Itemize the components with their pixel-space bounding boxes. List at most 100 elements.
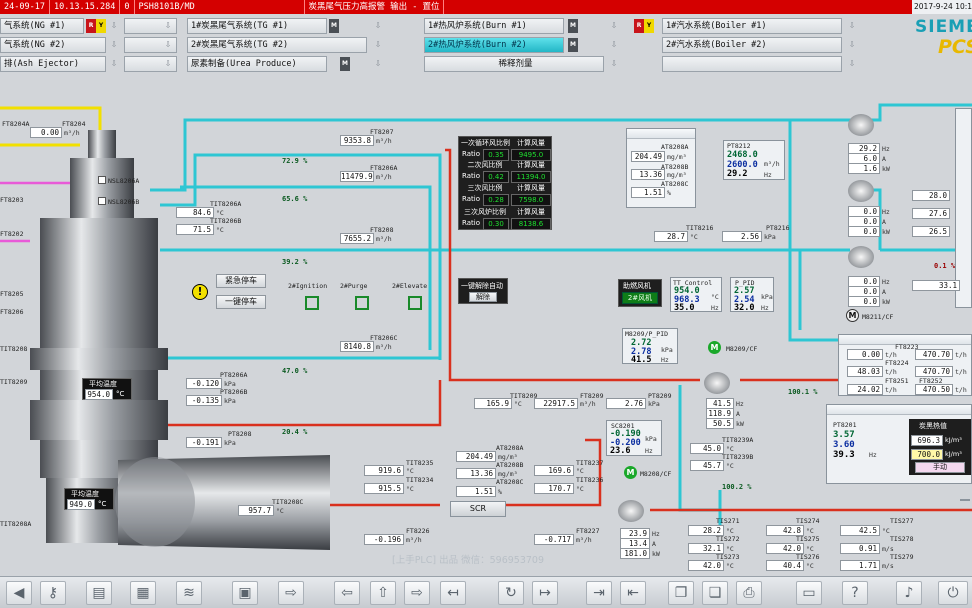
arrow-back-icon[interactable]: ↤ bbox=[440, 581, 466, 605]
chevron-down-icon[interactable]: ⇩ bbox=[108, 38, 120, 52]
folder-icon[interactable]: ▤ bbox=[86, 581, 112, 605]
elevate-valve-icon[interactable] bbox=[408, 296, 422, 310]
chevron-down-icon[interactable]: ⇩ bbox=[372, 57, 384, 71]
ignition-valve-icon[interactable] bbox=[305, 296, 319, 310]
sound-icon[interactable]: ♪ bbox=[896, 581, 922, 605]
motor-icon[interactable]: M bbox=[624, 466, 637, 479]
chevron-down-icon[interactable]: ⇩ bbox=[108, 57, 120, 71]
arrow-right-icon[interactable]: ⇨ bbox=[278, 581, 304, 605]
key-icon[interactable]: ⚷ bbox=[40, 581, 66, 605]
ratio-value[interactable]: 0.30 bbox=[483, 218, 509, 230]
fan-icon[interactable] bbox=[704, 372, 730, 394]
tag-label: FT8206 bbox=[0, 308, 24, 316]
exit-icon[interactable]: ⏻ bbox=[938, 581, 968, 605]
nav-boiler1[interactable]: 1#汽水系统(Boiler #1) bbox=[662, 18, 842, 34]
arrow-up-icon[interactable]: ⇧ bbox=[370, 581, 396, 605]
unit: % bbox=[498, 488, 502, 496]
chevron-down-icon[interactable]: ⇩ bbox=[162, 19, 174, 33]
nav-burn2[interactable]: 2#热风炉系统(Burn #2) bbox=[424, 37, 564, 53]
unit: kPa bbox=[764, 233, 776, 241]
tis-value: 40.4 bbox=[766, 560, 804, 571]
ratio-value[interactable]: 0.28 bbox=[483, 194, 509, 206]
print-icon[interactable]: ⎙ bbox=[736, 581, 762, 605]
refresh-icon[interactable]: ↻ bbox=[498, 581, 524, 605]
heat-value-panel[interactable]: PT8201 3.57 3.60 39.3 Hz 炭黑热值 696.3 kJ/m… bbox=[826, 404, 972, 484]
alarm-bar[interactable]: 24-09-17 10.13.15.284 0 PSH8101B/MD 炭黑尾气压力高报… bbox=[0, 0, 890, 14]
chevron-down-icon[interactable]: ⇩ bbox=[846, 57, 858, 71]
export-icon[interactable]: ▣ bbox=[232, 581, 258, 605]
arrow-left-icon[interactable]: ⇦ bbox=[334, 581, 360, 605]
auto-release-button[interactable]: 解除 bbox=[469, 292, 497, 302]
purge-valve-icon[interactable] bbox=[355, 296, 369, 310]
nav-boiler2[interactable]: 2#汽水系统(Boiler #2) bbox=[662, 37, 842, 53]
motor-icon[interactable]: M bbox=[708, 341, 721, 354]
fan-icon[interactable] bbox=[848, 114, 874, 136]
m8209-pid-panel[interactable]: M8209/P_PID 2.72 2.78 41.5 kPa Hz bbox=[622, 328, 678, 365]
unit: Hz bbox=[761, 304, 769, 312]
nav-burn1[interactable]: 1#热风炉系统(Burn #1) bbox=[424, 18, 564, 34]
pt8212-panel[interactable]: PT8212 2468.0 2600.0 29.2 m³/h Hz bbox=[723, 140, 785, 180]
nav-empty[interactable] bbox=[662, 56, 842, 72]
panel-titlebar[interactable] bbox=[827, 405, 971, 415]
nav-tg2[interactable]: 2#炭黑尾气系统(TG #2) bbox=[187, 37, 367, 53]
nav-ash-ejector[interactable]: 排(Ash Ejector) bbox=[0, 56, 106, 72]
heat-value-2[interactable]: 700.0 bbox=[911, 449, 943, 460]
chevron-down-icon[interactable]: ⇩ bbox=[162, 57, 174, 71]
tag-label: PT8201 bbox=[833, 421, 857, 429]
ignition-label: 2#Ignition bbox=[288, 282, 328, 290]
chevron-down-icon[interactable]: ⇩ bbox=[608, 19, 620, 33]
blower-label: 助燃风机 bbox=[623, 282, 651, 290]
warning-icon: ! bbox=[192, 284, 208, 300]
login-icon[interactable]: ⇥ bbox=[586, 581, 612, 605]
scr-unit[interactable]: SCR bbox=[450, 501, 506, 517]
chevron-down-icon[interactable]: ⇩ bbox=[108, 19, 120, 33]
unit: kPa bbox=[661, 346, 673, 354]
ratio-value[interactable]: 0.42 bbox=[483, 171, 509, 183]
nav-ng2[interactable]: 气系统(NG #2) bbox=[0, 37, 106, 53]
chevron-down-icon[interactable]: ⇩ bbox=[846, 19, 858, 33]
sc8201-panel[interactable]: SC8201 -0.190 -0.200 23.6 kPa Hz bbox=[606, 420, 662, 456]
copy-icon[interactable]: ❐ bbox=[668, 581, 694, 605]
valve-percent: 100.1 % bbox=[788, 388, 818, 396]
chevron-down-icon[interactable]: ⇩ bbox=[372, 19, 384, 33]
fan-icon[interactable] bbox=[848, 246, 874, 268]
tag-label: TIS272 bbox=[716, 535, 740, 543]
paste-icon[interactable]: ❏ bbox=[702, 581, 728, 605]
blower-select-button[interactable]: 2#风机 bbox=[622, 292, 658, 304]
flow-grid-panel[interactable]: 0.00 t/h FT8223 470.70 t/h FT8224 48.03 … bbox=[838, 334, 972, 396]
speaker-icon[interactable]: ◀ bbox=[6, 581, 32, 605]
nav-urea[interactable]: 尿素制备(Urea Produce) bbox=[187, 56, 327, 72]
report-icon[interactable]: ≋ bbox=[176, 581, 202, 605]
unit: m³/h bbox=[376, 343, 392, 351]
help-icon[interactable]: ? bbox=[842, 581, 868, 605]
manual-mode-button[interactable]: 手动 bbox=[915, 462, 965, 473]
arrow-right-icon[interactable]: ⇨ bbox=[404, 581, 430, 605]
pcs-logo: PCS bbox=[938, 36, 972, 58]
panel-titlebar[interactable] bbox=[627, 129, 695, 139]
logout-icon[interactable]: ⇤ bbox=[620, 581, 646, 605]
fan-icon[interactable] bbox=[848, 180, 874, 202]
motor-icon[interactable]: M bbox=[846, 309, 859, 322]
monitor-icon[interactable]: ▭ bbox=[796, 581, 822, 605]
tt-control-panel[interactable]: TT_Control 954.0 968.3 35.0 °C Hz bbox=[670, 277, 722, 313]
p-pid-panel[interactable]: P_PID 2.57 2.54 32.0 kPa Hz bbox=[730, 277, 774, 313]
unit: °C bbox=[576, 485, 584, 493]
emergency-stop-button[interactable]: 紧急停车 bbox=[216, 274, 266, 288]
chevron-down-icon[interactable]: ⇩ bbox=[372, 38, 384, 52]
chevron-down-icon[interactable]: ⇩ bbox=[162, 38, 174, 52]
nav-dilution[interactable]: 稀释剂量 bbox=[424, 56, 604, 72]
fan-icon[interactable] bbox=[618, 500, 644, 522]
tis-value: 42.5 bbox=[840, 525, 880, 536]
one-key-stop-button[interactable]: 一键停车 bbox=[216, 295, 266, 309]
tag-label: TIT8235 bbox=[406, 459, 434, 467]
nav-tg1[interactable]: 1#炭黑尾气系统(TG #1) bbox=[187, 18, 327, 34]
analyzer-panel[interactable]: AT8208A 204.49 mg/m³ AT8208B 13.36 mg/m³… bbox=[626, 128, 696, 208]
trend-icon[interactable]: ▦ bbox=[130, 581, 156, 605]
furnace-graphic bbox=[30, 130, 330, 550]
chevron-down-icon[interactable]: ⇩ bbox=[608, 38, 620, 52]
side-panel[interactable] bbox=[955, 108, 972, 308]
arrow-fwd-icon[interactable]: ↦ bbox=[532, 581, 558, 605]
nav-ng1[interactable]: 气系统(NG #1) bbox=[0, 18, 84, 34]
chevron-down-icon[interactable]: ⇩ bbox=[846, 38, 858, 52]
chevron-down-icon[interactable]: ⇩ bbox=[608, 57, 620, 71]
